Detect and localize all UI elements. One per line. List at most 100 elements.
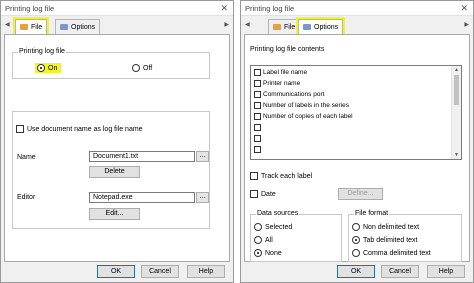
printing-log-group-label: Printing log file bbox=[18, 48, 66, 55]
radio-tab-delimited-indicator bbox=[352, 236, 360, 244]
help-button[interactable]: Help bbox=[187, 265, 225, 278]
file-tab-icon bbox=[273, 24, 281, 30]
cancel-button[interactable]: Cancel bbox=[381, 265, 419, 278]
tab-strip: ◀ File Options ▶ bbox=[1, 16, 233, 34]
tab-scroll-left-icon[interactable]: ◀ bbox=[5, 21, 10, 28]
radio-non-delimited-label: Non delimited text bbox=[363, 223, 420, 231]
radio-on-indicator bbox=[37, 64, 45, 72]
list-item-label: Label file name bbox=[263, 69, 308, 76]
radio-all[interactable]: All bbox=[254, 236, 273, 244]
list-item[interactable]: Printer name bbox=[252, 78, 449, 89]
options-tab-icon bbox=[303, 24, 311, 30]
tab-file[interactable]: File bbox=[268, 19, 301, 34]
radio-tab-delimited-label: Tab delimited text bbox=[363, 236, 418, 244]
radio-all-label: All bbox=[265, 236, 273, 244]
contents-items: Label file name Printer name Communicati… bbox=[252, 67, 449, 155]
name-field[interactable]: Document1.txt bbox=[89, 151, 195, 162]
log-file-settings-group: Use document name as log file name Name … bbox=[12, 111, 210, 229]
radio-off[interactable]: Off bbox=[132, 64, 152, 72]
list-item-checkbox bbox=[254, 146, 261, 153]
scroll-up-icon[interactable]: ▲ bbox=[454, 67, 459, 73]
name-browse-button[interactable]: ... bbox=[196, 151, 209, 162]
radio-selected-indicator bbox=[254, 223, 262, 231]
track-each-label-checkbox[interactable]: Track each label bbox=[250, 172, 312, 180]
tab-scroll-left-icon[interactable]: ◀ bbox=[245, 21, 250, 28]
help-button[interactable]: Help bbox=[427, 265, 465, 278]
data-sources-label: Data sources bbox=[256, 210, 300, 217]
contents-label: Printing log file contents bbox=[250, 46, 325, 53]
use-document-name-label: Use document name as log file name bbox=[27, 125, 143, 133]
radio-off-indicator bbox=[132, 64, 140, 72]
list-item[interactable] bbox=[252, 122, 449, 133]
delete-button[interactable]: Delete bbox=[89, 166, 140, 178]
list-item[interactable] bbox=[252, 133, 449, 144]
radio-none[interactable]: None bbox=[254, 249, 282, 257]
editor-label: Editor bbox=[17, 194, 36, 201]
close-icon[interactable]: ✕ bbox=[220, 3, 228, 14]
options-tab-panel: Printing log file contents Label file na… bbox=[244, 34, 470, 262]
ok-button[interactable]: OK bbox=[337, 265, 375, 278]
radio-non-delimited[interactable]: Non delimited text bbox=[352, 223, 419, 231]
radio-all-indicator bbox=[254, 236, 262, 244]
list-item-label: Number of labels in the series bbox=[263, 102, 349, 109]
list-scrollbar[interactable]: ▲ ▼ bbox=[451, 66, 461, 159]
title-bar: Printing log file ✕ bbox=[1, 1, 233, 16]
cancel-button[interactable]: Cancel bbox=[141, 265, 179, 278]
radio-tab-delimited[interactable]: Tab delimited text bbox=[352, 236, 417, 244]
radio-comma-delimited-label: Comma delimited text bbox=[363, 249, 431, 257]
scroll-down-icon[interactable]: ▼ bbox=[454, 152, 459, 158]
tab-options-label: Options bbox=[71, 23, 96, 31]
list-item[interactable]: Number of copies of each label bbox=[252, 111, 449, 122]
list-item[interactable]: Number of labels in the series bbox=[252, 100, 449, 111]
tab-file-label: File bbox=[31, 23, 43, 31]
printing-log-group: Printing log file On Off bbox=[12, 48, 210, 79]
editor-browse-button[interactable]: ... bbox=[196, 192, 209, 203]
file-tab-icon bbox=[20, 24, 28, 30]
printing-log-file-dialog-file: Printing log file ✕ ◀ File Options ▶ Pri… bbox=[0, 0, 234, 283]
date-label: Date bbox=[261, 190, 276, 198]
name-label: Name bbox=[17, 154, 36, 161]
list-item-label: Number of copies of each label bbox=[263, 113, 353, 120]
track-each-label-box bbox=[250, 172, 258, 180]
use-document-name-checkbox[interactable]: Use document name as log file name bbox=[16, 125, 143, 133]
ok-button[interactable]: OK bbox=[97, 265, 135, 278]
file-format-group: File format Non delimited text Tab delim… bbox=[348, 210, 462, 262]
options-tab-icon bbox=[60, 24, 68, 30]
printing-log-file-dialog-options: Printing log file ✕ ◀ File Options ▶ Pri… bbox=[240, 0, 474, 283]
radio-off-label: Off bbox=[143, 64, 153, 72]
radio-selected[interactable]: Selected bbox=[254, 223, 292, 231]
file-tab-panel: Printing log file On Off Use document na… bbox=[4, 34, 230, 262]
list-item[interactable]: Label file name bbox=[252, 67, 449, 78]
radio-on-label: On bbox=[48, 64, 58, 72]
list-item-checkbox bbox=[254, 69, 261, 76]
radio-comma-delimited-indicator bbox=[352, 249, 360, 257]
tab-options[interactable]: Options bbox=[298, 19, 344, 34]
tab-file-label: File bbox=[284, 23, 296, 31]
edit-button[interactable]: Edit... bbox=[89, 208, 140, 220]
date-box bbox=[250, 190, 258, 198]
radio-comma-delimited[interactable]: Comma delimited text bbox=[352, 249, 431, 257]
tab-scroll-right-icon[interactable]: ▶ bbox=[224, 21, 229, 28]
window-title: Printing log file bbox=[245, 4, 295, 13]
radio-on[interactable]: On bbox=[35, 63, 62, 73]
define-button[interactable]: Define... bbox=[338, 188, 383, 200]
tab-file[interactable]: File bbox=[15, 19, 48, 34]
radio-non-delimited-indicator bbox=[352, 223, 360, 231]
data-sources-group: Data sources Selected All None bbox=[250, 210, 342, 262]
scroll-thumb[interactable] bbox=[454, 75, 459, 105]
list-item-label: Printer name bbox=[263, 80, 301, 87]
close-icon[interactable]: ✕ bbox=[460, 3, 468, 14]
editor-field[interactable]: Notepad.exe bbox=[89, 192, 195, 203]
window-title: Printing log file bbox=[5, 4, 55, 13]
date-checkbox[interactable]: Date bbox=[250, 190, 276, 198]
list-item[interactable]: Communications port bbox=[252, 89, 449, 100]
list-item-checkbox bbox=[254, 80, 261, 87]
contents-checklist: Label file name Printer name Communicati… bbox=[250, 65, 462, 160]
list-item-checkbox bbox=[254, 124, 261, 131]
tab-options[interactable]: Options bbox=[55, 19, 101, 34]
title-bar: Printing log file ✕ bbox=[241, 1, 473, 16]
tab-scroll-right-icon[interactable]: ▶ bbox=[464, 21, 469, 28]
use-document-name-box bbox=[16, 125, 24, 133]
list-item[interactable] bbox=[252, 144, 449, 155]
tab-strip: ◀ File Options ▶ bbox=[241, 16, 473, 34]
